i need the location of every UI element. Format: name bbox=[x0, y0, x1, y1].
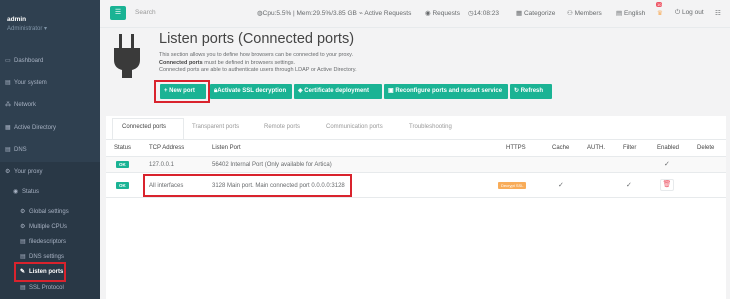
tab-divider bbox=[106, 139, 726, 140]
user-profile[interactable]: admin Administrator ▾ bbox=[0, 0, 100, 42]
logout-link[interactable]: ⏻ Log out bbox=[675, 9, 704, 17]
table-row[interactable]: OK 127.0.0.1 56402 Internal Port (Only a… bbox=[106, 156, 726, 172]
tab-transparent-ports[interactable]: Transparent ports bbox=[192, 124, 239, 130]
sidebar-item-network[interactable]: ⁂ Network bbox=[0, 95, 100, 115]
filter-check-icon: ✓ bbox=[626, 182, 632, 189]
topbar: ☰ Search ◍Cpu:5.5% | Mem:29.5%/3.85 GB ⌁… bbox=[100, 0, 730, 28]
members-link[interactable]: ⚇ Members bbox=[567, 9, 602, 17]
cache-check-icon: ✓ bbox=[558, 182, 564, 189]
listen-ports-highlight bbox=[14, 262, 66, 282]
tab-remote-ports[interactable]: Remote ports bbox=[264, 124, 300, 130]
dns-icon: ▤ bbox=[20, 254, 26, 260]
ssl-icon: ▤ bbox=[20, 285, 26, 291]
gear-icon: ⚙ bbox=[5, 169, 11, 175]
status-badge: OK bbox=[116, 182, 129, 189]
user-role: Administrator ▾ bbox=[7, 26, 48, 32]
notifications-bell[interactable]: ♛ bbox=[657, 9, 663, 17]
decrypt-ssl-badge: Decrypt SSL bbox=[498, 182, 527, 189]
language-selector[interactable]: ▤ English bbox=[616, 9, 645, 17]
sidebar: admin Administrator ▾ ▭ Dashboard ▤ Your s… bbox=[0, 0, 100, 299]
page-description: This section allows you to define how br… bbox=[159, 52, 357, 73]
dns-icon: ▤ bbox=[5, 147, 11, 153]
sidebar-item-dns[interactable]: ▤ DNS bbox=[0, 140, 100, 160]
col-tcp-address: TCP Address bbox=[149, 145, 185, 151]
network-icon: ⁂ bbox=[5, 102, 11, 108]
file-icon: ▤ bbox=[20, 239, 26, 245]
status-badge: OK bbox=[116, 161, 129, 168]
col-auth: AUTH. bbox=[587, 145, 605, 151]
sidebar-item-active-directory[interactable]: ▦ Active Directory bbox=[0, 118, 100, 138]
dashboard-icon: ▭ bbox=[5, 58, 11, 64]
tab-troubleshooting[interactable]: Troubleshooting bbox=[409, 124, 452, 130]
requests-link[interactable]: ◉ Requests bbox=[425, 9, 460, 17]
categorize-link[interactable]: ▦ Categorize bbox=[516, 9, 555, 17]
delete-button[interactable]: 🗑︎ bbox=[660, 179, 674, 191]
tab-connected-ports[interactable]: Connected ports bbox=[122, 124, 166, 130]
sidebar-item-your-proxy[interactable]: ⚙ Your proxy bbox=[0, 162, 100, 182]
status-icon: ◉ bbox=[13, 189, 19, 195]
cpu-status: ◍Cpu:5.5% | Mem:29.5%/3.85 GB bbox=[257, 10, 357, 17]
sidebar-subitem-status[interactable]: ◉ Status bbox=[0, 182, 100, 202]
cpu-icon: ⚙ bbox=[20, 224, 26, 230]
new-port-highlight bbox=[154, 80, 210, 103]
col-https: HTTPS bbox=[506, 145, 526, 151]
directory-icon: ▦ bbox=[5, 125, 11, 131]
plug-icon bbox=[114, 34, 140, 78]
tab-communication-ports[interactable]: Communication ports bbox=[326, 124, 383, 130]
menu-toggle-button[interactable]: ☰ bbox=[110, 6, 126, 20]
col-delete: Delete bbox=[697, 145, 715, 151]
col-filter: Filter bbox=[623, 145, 637, 151]
flag-icon: ▤ bbox=[616, 10, 624, 17]
col-cache: Cache bbox=[552, 145, 570, 151]
settings-icon: ⚙ bbox=[20, 209, 26, 215]
col-listen-port: Listen Port bbox=[212, 145, 241, 151]
enabled-check-icon: ✓ bbox=[664, 161, 670, 168]
notification-count: 10 bbox=[656, 2, 663, 7]
user-name: admin bbox=[7, 16, 27, 23]
categorize-icon: ▦ bbox=[516, 10, 524, 17]
power-icon: ⏻ bbox=[675, 9, 682, 16]
main-port-row-highlight bbox=[143, 174, 352, 197]
col-enabled: Enabled bbox=[657, 145, 680, 151]
page-title: Listen ports (Connected ports) bbox=[159, 31, 355, 47]
search-input[interactable]: Search bbox=[135, 9, 156, 16]
sidebar-item-your-system[interactable]: ▤ Your system bbox=[0, 73, 100, 93]
bell-icon: ♛ bbox=[657, 10, 663, 17]
listen-port[interactable]: 56402 Internal Port (Only available for … bbox=[212, 162, 332, 168]
members-icon: ⚇ bbox=[567, 10, 575, 17]
active-requests-link[interactable]: ⌁ Active Requests bbox=[359, 9, 411, 17]
reconfigure-ports-button[interactable]: ▣ Reconfigure ports and restart service bbox=[384, 84, 508, 99]
certificate-deployment-button[interactable]: ◈ Certificate deployment bbox=[294, 84, 382, 99]
menu-icon: ☰ bbox=[114, 9, 122, 16]
list-icon[interactable]: ☷ bbox=[715, 9, 721, 17]
refresh-button[interactable]: ↻ Refresh bbox=[510, 84, 552, 99]
tcp-address[interactable]: 127.0.0.1 bbox=[149, 162, 174, 168]
trash-icon: 🗑︎ bbox=[662, 181, 672, 188]
ports-panel bbox=[106, 116, 726, 299]
clock-display: ◷14:08:23 bbox=[468, 10, 499, 17]
refresh-icon: ↻ bbox=[514, 88, 521, 94]
activate-ssl-button[interactable]: 🔒︎Activate SSL decryption bbox=[210, 84, 292, 99]
col-status: Status bbox=[114, 145, 132, 151]
sidebar-item-dashboard[interactable]: ▭ Dashboard bbox=[0, 51, 100, 71]
server-icon: ▤ bbox=[5, 80, 11, 86]
